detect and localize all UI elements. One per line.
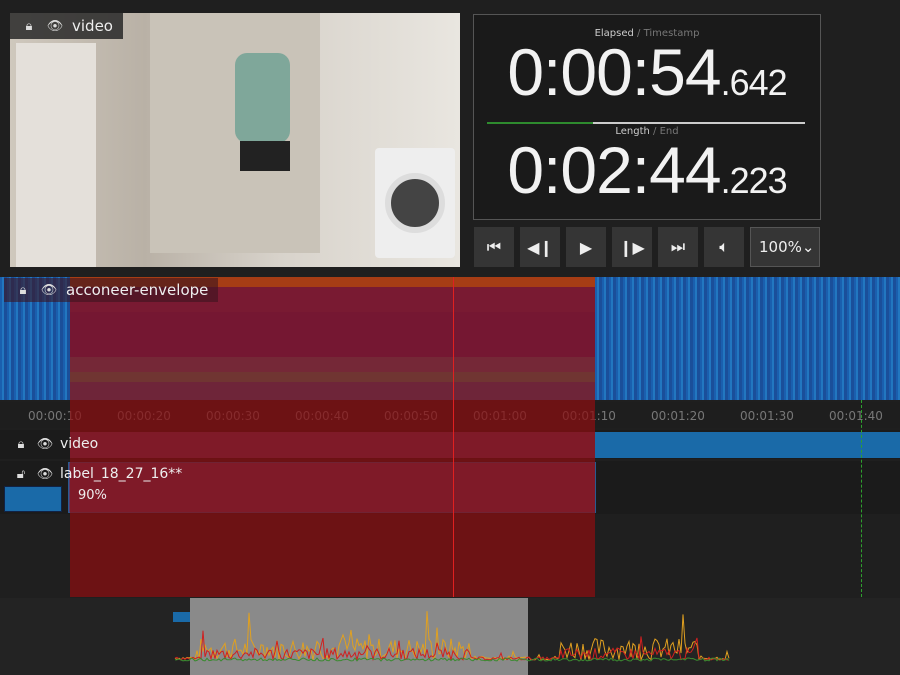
- length-time: 0:02:44.223: [474, 137, 820, 214]
- lock-icon[interactable]: 🔒︎: [20, 19, 38, 34]
- video-person-shorts: [240, 141, 290, 171]
- step-forward-button[interactable]: ❙▶: [612, 227, 652, 267]
- video-header: 🔒︎ 👁︎ video: [10, 13, 123, 39]
- volume-button[interactable]: 🔈︎: [704, 227, 744, 267]
- skip-to-start-button[interactable]: ⏮︎: [474, 227, 514, 267]
- elapsed-main: 0:00:54: [507, 35, 721, 109]
- ruler-tick: 00:01:30: [740, 409, 794, 423]
- label-track-header: 🔓︎ 👁︎ label_18_27_16**: [0, 461, 183, 487]
- label-confidence: 90%: [78, 488, 107, 503]
- step-forward-icon: ❙▶: [619, 237, 645, 257]
- video-label: video: [72, 17, 113, 35]
- eye-icon[interactable]: 👁︎: [46, 19, 64, 34]
- play-icon: ▶: [579, 237, 593, 257]
- video-person: [235, 53, 290, 143]
- skip-end-icon: ⏭︎: [670, 237, 686, 256]
- chevron-down-icon: ⌄: [801, 238, 815, 256]
- video-clip[interactable]: [595, 432, 900, 458]
- zoom-select[interactable]: 100% ⌄: [750, 227, 820, 267]
- overview-waveform: [174, 611, 730, 662]
- ruler-tick: 00:01:40: [829, 409, 883, 423]
- label-segment[interactable]: [4, 486, 62, 512]
- playhead[interactable]: [453, 277, 454, 597]
- skip-to-end-button[interactable]: ⏭︎: [658, 227, 698, 267]
- video-track-header: 🔒︎ 👁︎ video: [0, 431, 99, 457]
- label-track-label: label_18_27_16**: [60, 466, 183, 482]
- video-player[interactable]: 🔒︎ 👁︎ video: [10, 13, 460, 267]
- eye-icon[interactable]: 👁︎: [36, 467, 54, 482]
- step-back-button[interactable]: ◀❙: [520, 227, 560, 267]
- selection-region[interactable]: [70, 277, 595, 597]
- video-shelf: [16, 43, 96, 267]
- lock-icon[interactable]: 🔒︎: [14, 283, 32, 298]
- zoom-value: 100%: [759, 238, 802, 256]
- eye-icon[interactable]: 👁︎: [36, 437, 54, 452]
- ruler-tick: 00:01:20: [651, 409, 705, 423]
- speaker-icon: 🔈︎: [719, 237, 729, 256]
- play-button[interactable]: ▶: [566, 227, 606, 267]
- length-ms: .223: [720, 160, 788, 201]
- spectrogram-header: 🔒︎ 👁︎ acconeer-envelope: [4, 278, 219, 302]
- length-main: 0:02:44: [507, 133, 721, 207]
- progress-bar[interactable]: [487, 122, 805, 124]
- spectrogram-label: acconeer-envelope: [66, 281, 209, 299]
- skip-start-icon: ⏮︎: [486, 237, 502, 256]
- video-track-label: video: [60, 436, 99, 452]
- elapsed-ms: .642: [720, 62, 788, 103]
- step-back-icon: ◀❙: [527, 237, 553, 257]
- overview-panel[interactable]: [0, 598, 900, 675]
- unlock-icon[interactable]: 🔓︎: [12, 467, 30, 482]
- end-marker: [861, 400, 862, 597]
- elapsed-time: 0:00:54.642: [474, 39, 820, 116]
- lock-icon[interactable]: 🔒︎: [12, 437, 30, 452]
- eye-icon[interactable]: 👁︎: [40, 283, 58, 298]
- progress-fill: [487, 122, 593, 124]
- timer-panel: Elapsed / Timestamp 0:00:54.642 Length /…: [473, 14, 821, 220]
- video-washer: [375, 148, 455, 258]
- waveform-series: [174, 657, 730, 662]
